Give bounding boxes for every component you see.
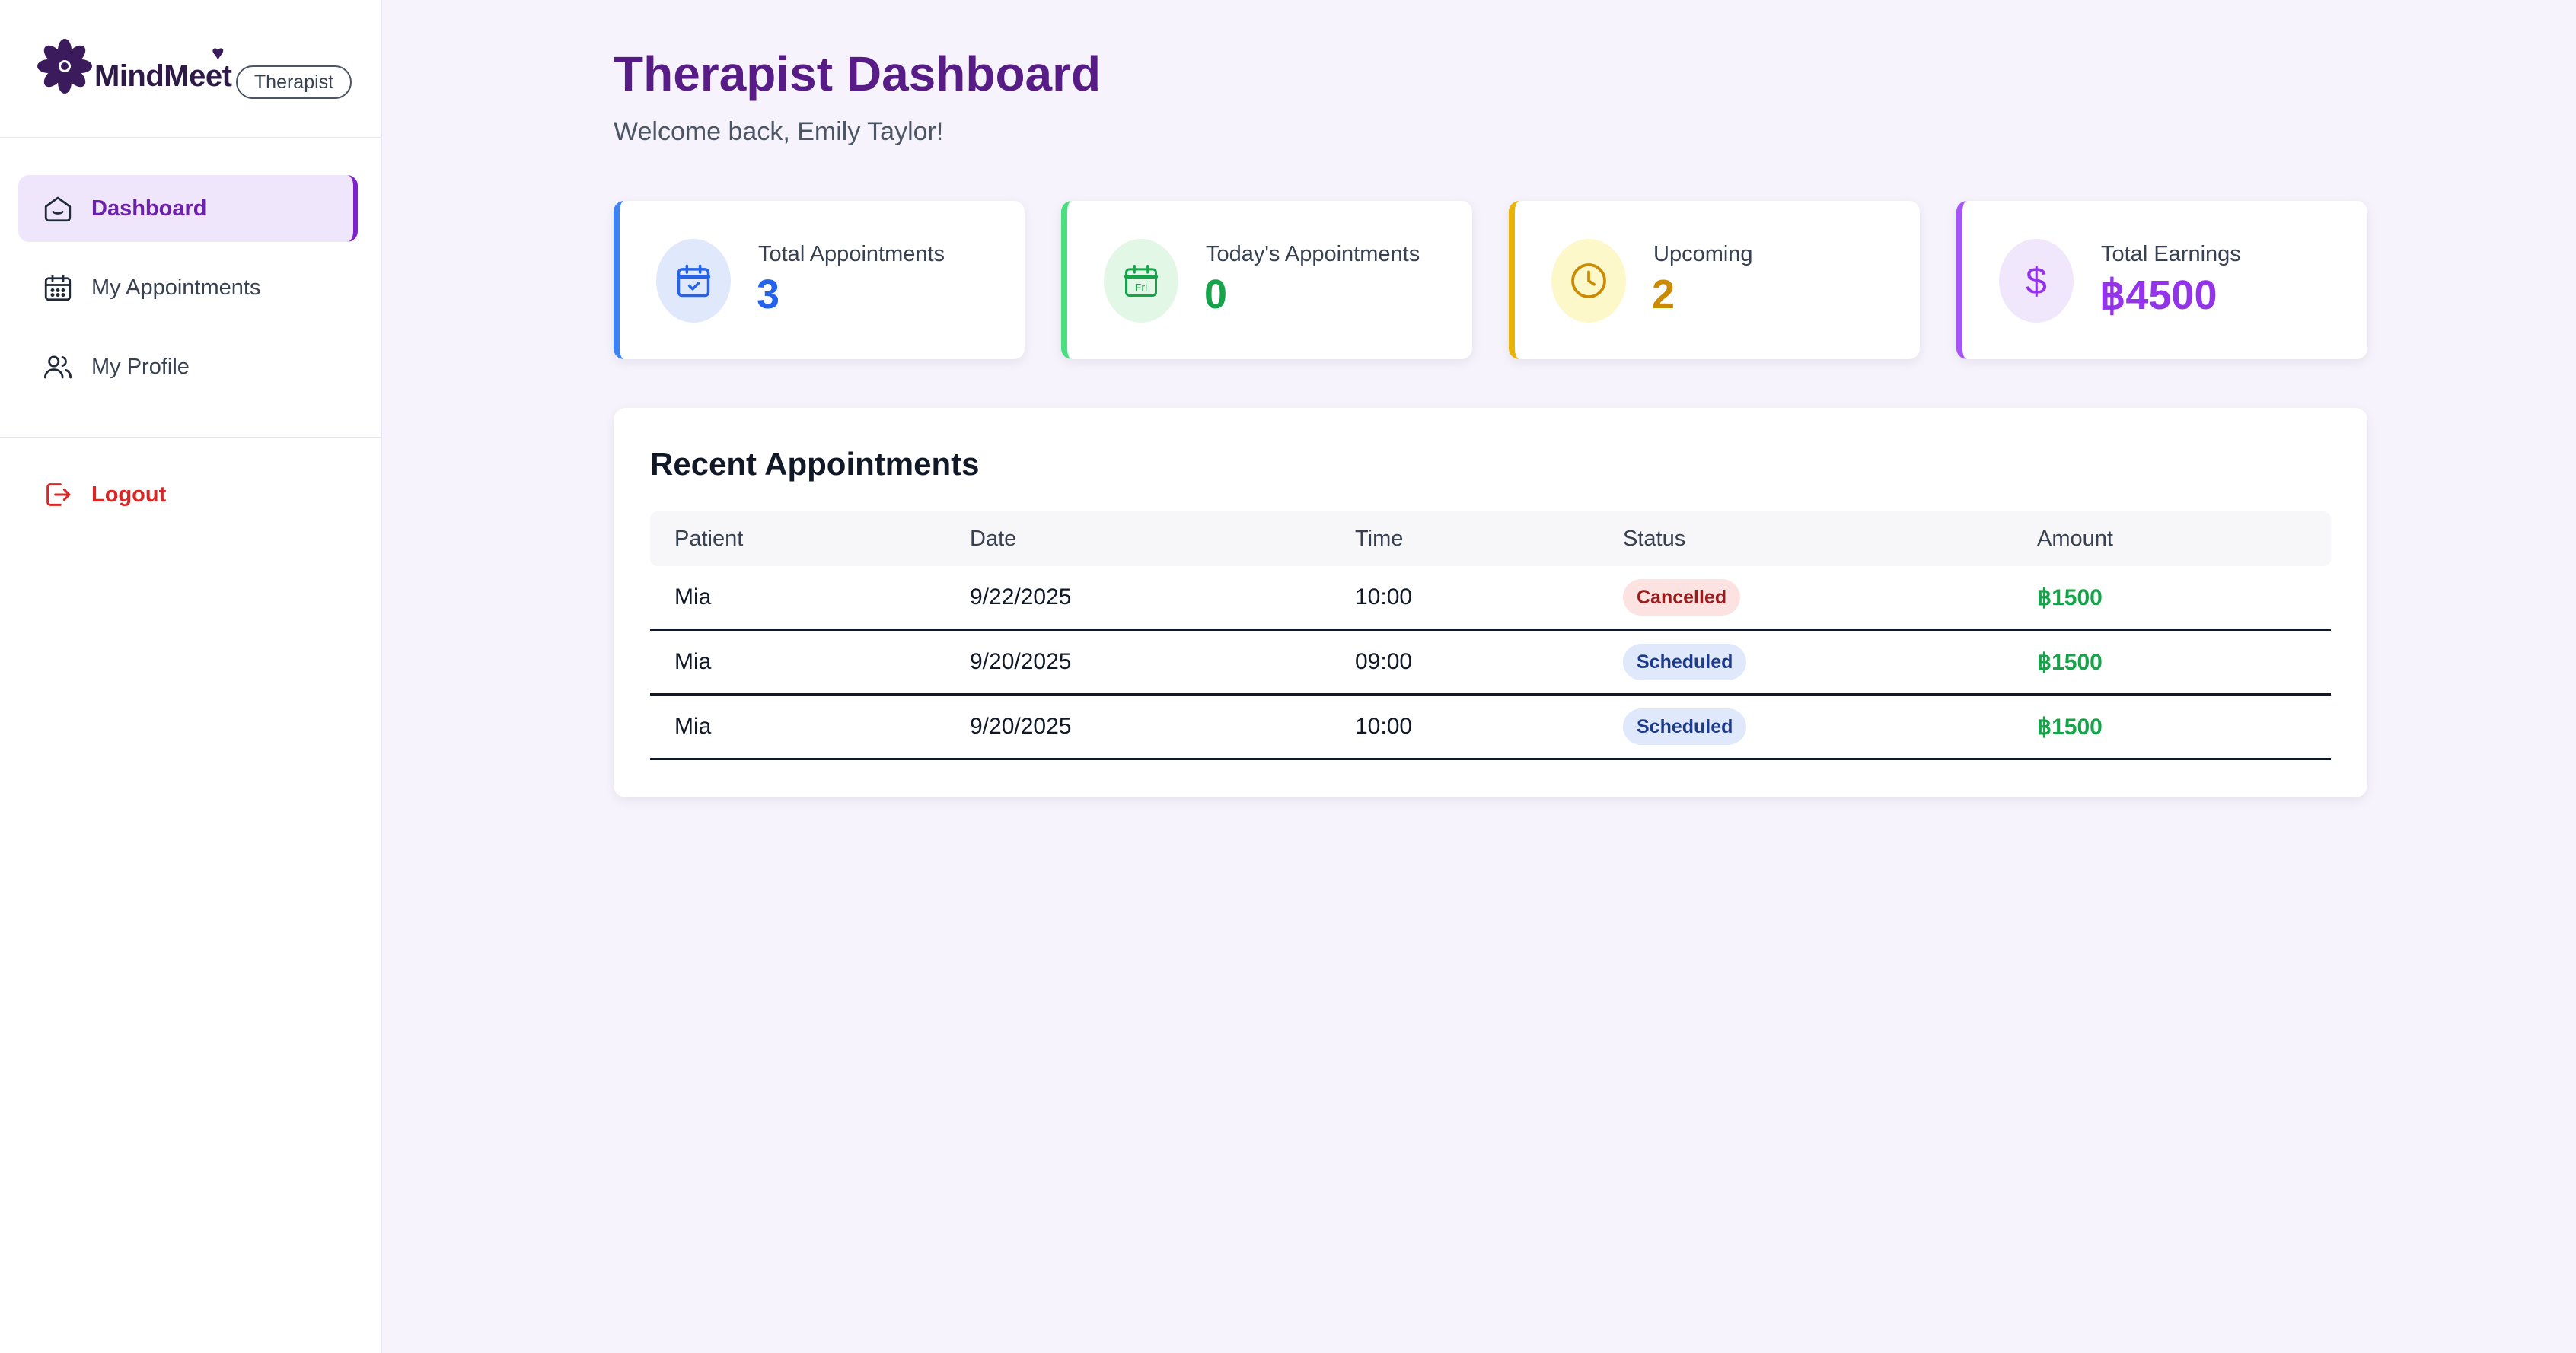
patient-cell: Mia	[674, 649, 712, 674]
sidebar-item-my-profile[interactable]: My Profile	[18, 333, 358, 400]
amount-cell: ฿1500	[2037, 714, 2103, 740]
column-header-status: Status	[1623, 526, 1686, 551]
status-badge: Cancelled	[1623, 579, 1741, 616]
stat-card-todays-appointments: Fri Today's Appointments 0	[1061, 201, 1472, 359]
logout-button[interactable]: Logout	[18, 461, 358, 528]
amount-cell: ฿1500	[2037, 584, 2103, 610]
stat-label: Today's Appointments	[1206, 242, 1420, 266]
time-cell: 09:00	[1355, 649, 1413, 674]
stat-value: 2	[1652, 272, 1675, 317]
calendar-icon	[41, 271, 75, 304]
status-badge: Scheduled	[1623, 708, 1747, 745]
stat-card-upcoming: Upcoming 2	[1509, 201, 1920, 359]
flower-logo-icon	[37, 39, 92, 94]
table-row[interactable]: Mia 9/20/2025 10:00 Scheduled ฿1500	[650, 696, 2331, 760]
table-row[interactable]: Mia 9/22/2025 10:00 Cancelled ฿1500	[650, 566, 2331, 631]
time-cell: 10:00	[1355, 584, 1413, 610]
patient-cell: Mia	[674, 584, 712, 610]
heart-icon: ♥	[212, 41, 225, 65]
brand-logo[interactable]: MindMeet ♥ Therapist	[37, 38, 364, 107]
stat-card-total-earnings: $ Total Earnings ฿4500	[1956, 201, 2367, 359]
table-row[interactable]: Mia 9/20/2025 09:00 Scheduled ฿1500	[650, 631, 2331, 696]
home-icon	[41, 192, 75, 225]
logout-label: Logout	[91, 482, 167, 507]
dollar-icon: $	[1999, 239, 2074, 323]
sidebar-divider	[0, 137, 382, 138]
page-title: Therapist Dashboard	[614, 46, 1101, 101]
time-cell: 10:00	[1355, 714, 1413, 739]
column-header-date: Date	[970, 526, 1017, 551]
date-cell: 9/22/2025	[970, 584, 1072, 610]
status-cell: Scheduled	[1623, 631, 1747, 693]
logout-icon	[41, 478, 75, 511]
sidebar-item-label: My Appointments	[91, 275, 261, 300]
patient-cell: Mia	[674, 714, 712, 739]
users-icon	[41, 350, 75, 384]
date-cell: 9/20/2025	[970, 649, 1072, 674]
status-cell: Cancelled	[1623, 566, 1741, 629]
stat-card-total-appointments: Total Appointments 3	[614, 201, 1025, 359]
calendar-check-icon	[656, 239, 731, 323]
sidebar: MindMeet ♥ Therapist Dashboard My Appoin…	[0, 0, 382, 1353]
sidebar-item-label: Dashboard	[91, 196, 207, 221]
sidebar-item-dashboard[interactable]: Dashboard	[18, 175, 358, 242]
stat-label: Total Earnings	[2101, 242, 2241, 266]
role-badge: Therapist	[236, 65, 352, 99]
clock-icon	[1551, 239, 1626, 323]
recent-appointments-title: Recent Appointments	[650, 446, 980, 482]
column-header-time: Time	[1355, 526, 1404, 551]
dollar-sign: $	[2026, 259, 2047, 302]
sidebar-item-label: My Profile	[91, 354, 190, 379]
welcome-message: Welcome back, Emily Taylor!	[614, 117, 944, 146]
date-cell: 9/20/2025	[970, 714, 1072, 739]
stat-label: Upcoming	[1653, 242, 1753, 266]
stat-value: 3	[757, 272, 780, 317]
amount-cell: ฿1500	[2037, 649, 2103, 675]
stat-value: 0	[1204, 272, 1228, 317]
calendar-day-text: Fri	[1135, 281, 1147, 293]
stat-value: ฿4500	[2099, 272, 2217, 318]
status-cell: Scheduled	[1623, 696, 1747, 758]
column-header-patient: Patient	[674, 526, 744, 551]
appointments-table: Patient Date Time Status Amount Mia 9/22…	[650, 511, 2331, 760]
calendar-fri-icon: Fri	[1104, 239, 1178, 323]
sidebar-item-my-appointments[interactable]: My Appointments	[18, 254, 358, 321]
sidebar-divider	[0, 437, 382, 438]
recent-appointments-card: Recent Appointments Patient Date Time St…	[614, 408, 2367, 797]
stat-label: Total Appointments	[758, 242, 945, 266]
column-header-amount: Amount	[2037, 526, 2113, 551]
status-badge: Scheduled	[1623, 644, 1747, 680]
table-header: Patient Date Time Status Amount	[650, 511, 2331, 566]
